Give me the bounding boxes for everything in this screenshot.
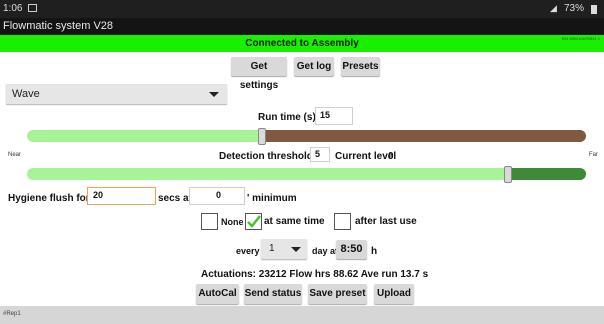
run-time-slider-track [262, 130, 586, 142]
autocal-button[interactable]: AutoCal [196, 284, 239, 304]
none-label: None [221, 217, 244, 227]
detection-slider-fill [27, 168, 508, 180]
detection-threshold-label: Detection threshold [219, 151, 313, 162]
checkmark-icon [247, 215, 261, 228]
run-time-slider-fill [27, 130, 262, 142]
get-log-button[interactable]: Get log [294, 57, 334, 76]
send-status-button[interactable]: Send status [244, 284, 302, 304]
gallery-icon [28, 4, 37, 12]
chevron-down-icon [209, 92, 219, 97]
every-value: 1 [269, 243, 275, 254]
every-dropdown[interactable]: 1 [261, 239, 307, 259]
footer-text: #Rep1 [3, 311, 21, 317]
flush-seconds-input[interactable]: 20 [87, 187, 156, 205]
battery-level: 73% [564, 3, 585, 14]
save-preset-button[interactable]: Save preset [308, 284, 367, 304]
get-settings-button[interactable]: Get settings [231, 57, 287, 91]
secs-at-label: secs at [158, 193, 192, 204]
detection-slider-thumb[interactable] [504, 166, 512, 183]
same-time-label: at same time [264, 216, 325, 227]
every-label: every [236, 246, 260, 256]
footer-bar [0, 306, 604, 324]
schedule-time-button[interactable]: 8:50 [336, 240, 367, 259]
current-level-label: Current level [335, 151, 397, 162]
same-time-checkbox[interactable] [245, 213, 262, 230]
day-at-label: day at [312, 246, 339, 256]
chevron-down-icon [291, 247, 301, 252]
run-time-slider-thumb[interactable] [258, 128, 266, 145]
run-time-input[interactable]: 15 [315, 107, 353, 125]
clock: 1:06 [3, 3, 23, 14]
hygiene-flush-label: Hygiene flush for [8, 193, 90, 204]
run-time-label: Run time (s) [258, 112, 316, 123]
status-bar: 1:06 ◢ 73% [0, 0, 604, 18]
mode-dropdown[interactable]: Wave [6, 84, 227, 104]
connection-status: Connected to Assembly [245, 38, 359, 49]
hours-label: h [371, 246, 378, 257]
presets-button[interactable]: Presets [341, 57, 380, 76]
detection-threshold-slider[interactable] [27, 166, 586, 183]
detection-threshold-input[interactable]: 5 [310, 147, 330, 162]
minimum-label: ' minimum [247, 193, 297, 204]
far-label: Far [589, 152, 598, 158]
app-bar: Flowmatic system V28 [0, 18, 604, 35]
battery-icon [591, 5, 597, 14]
minimum-input[interactable]: 0 [189, 187, 245, 205]
wifi-signal-icon: ◢ [550, 3, 557, 13]
near-label: Near [8, 152, 22, 158]
serial-number: S/N 58921067D541 1 [561, 36, 600, 41]
run-time-slider[interactable] [27, 128, 586, 145]
after-last-use-checkbox[interactable] [334, 213, 351, 230]
after-last-use-label: after last use [355, 216, 417, 227]
app-title: Flowmatic system V28 [3, 20, 114, 32]
none-checkbox[interactable] [201, 213, 218, 230]
detection-slider-track [508, 168, 586, 180]
upload-button[interactable]: Upload [374, 284, 414, 304]
mode-selected: Wave [12, 88, 40, 100]
stats-text: Actuations: 23212 Flow hrs 88.62 Ave run… [201, 269, 429, 280]
current-level-value: 0 [388, 151, 394, 162]
